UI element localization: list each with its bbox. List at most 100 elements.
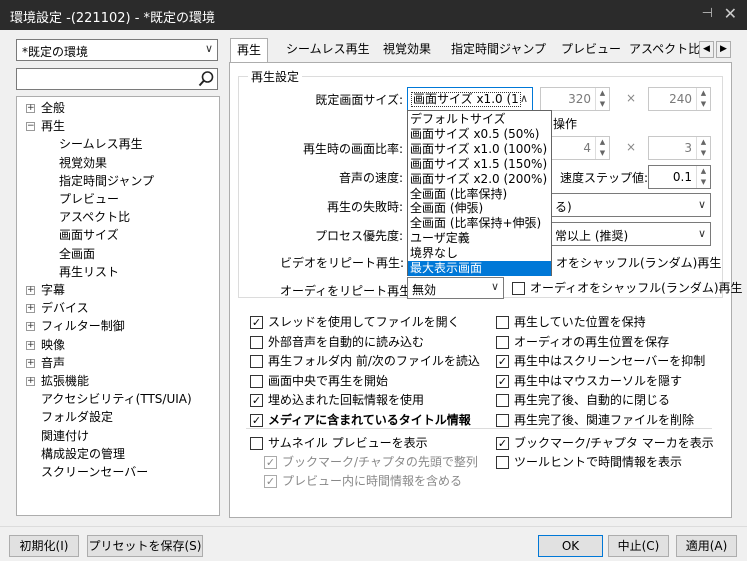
option-checkbox[interactable]: 外部音声を自動的に読み込む (250, 333, 424, 351)
dropdown-option[interactable]: デフォルトサイズ (408, 112, 551, 127)
tree-item[interactable]: 拡張機能 (41, 372, 89, 390)
tree-item[interactable]: アスペクト比 (59, 208, 130, 226)
tab-item[interactable]: 指定時間ジャンプ (447, 38, 550, 62)
default-size-dropdown-list[interactable]: デフォルトサイズ 画面サイズ x0.5 (50%) 画面サイズ x1.0 (100%… (407, 110, 552, 276)
tree-item[interactable]: フィルター制御 (41, 317, 125, 335)
tree-item[interactable]: 指定時間ジャンプ (59, 172, 154, 190)
video-shuffle-label[interactable]: オをシャッフル(ランダム)再生 (556, 254, 721, 271)
tree-expander-icon[interactable]: + (26, 286, 35, 295)
option-checkbox[interactable]: ✓ 埋め込まれた回転情報を使用 (250, 391, 424, 409)
height-stepper[interactable]: 240 ▲ ▼ (648, 87, 711, 111)
option-checkbox[interactable]: ✓ メディアに含まれているタイトル情報 (250, 411, 471, 429)
settings-tree[interactable]: + 全般 − 再生 シームレス再生 視覚効果 指定時間ジャンプ プレビュー アスペクト比 画面サイ… (16, 96, 220, 516)
tree-item[interactable]: 全画面 (59, 245, 95, 263)
tree-item[interactable]: 関連付け (41, 427, 89, 445)
tree-expander-icon[interactable]: − (26, 122, 35, 132)
fail-select[interactable]: る) ∨ (540, 193, 711, 217)
option-checkbox[interactable]: サムネイル プレビューを表示 (250, 434, 428, 452)
speed-step-label: 速度ステップ値: (560, 171, 649, 185)
tree-item[interactable]: 画面サイズ (59, 226, 119, 244)
tab-item[interactable]: 視覚効果 (379, 38, 435, 62)
aspect-label: 再生時の画面比率: (302, 142, 403, 156)
tree-item[interactable]: シームレス再生 (59, 135, 143, 153)
fail-label: 再生の失敗時: (326, 200, 403, 214)
option-checkbox[interactable]: ✓ 再生中はスクリーンセーバーを抑制 (496, 352, 705, 370)
close-icon[interactable]: ✕ (724, 4, 737, 23)
tree-expander-icon[interactable]: + (26, 377, 35, 386)
tree-expander-icon[interactable]: + (26, 104, 35, 113)
video-repeat-label: ビデオをリピート再生: (280, 256, 405, 270)
tree-item[interactable]: デバイス (41, 299, 89, 317)
dropdown-option[interactable]: 画面サイズ x2.0 (200%) (408, 172, 551, 187)
priority-select[interactable]: 常以上 (推奨) ∨ (540, 222, 711, 246)
group-title: 再生設定 (248, 68, 303, 85)
option-checkbox[interactable]: ツールヒントで時間情報を表示 (496, 453, 682, 471)
dropdown-option[interactable]: 画面サイズ x1.5 (150%) (408, 157, 551, 172)
option-checkbox[interactable]: ✓ ブックマーク/チャプタの先頭で整列 (264, 453, 478, 471)
tree-expander-icon[interactable]: + (26, 358, 35, 368)
chevron-down-icon: ∨ (697, 227, 706, 240)
option-checkbox[interactable]: ✓ スレッドを使用してファイルを開く (250, 313, 460, 331)
chevron-down-icon: ∨ (697, 198, 706, 211)
aspect-h-stepper[interactable]: 3 ▲ ▼ (648, 136, 711, 160)
default-size-select[interactable]: 画面サイズ x1.0 (1 ∧ (407, 87, 533, 111)
search-input[interactable] (16, 68, 218, 90)
width-stepper[interactable]: 320 ▲ ▼ (540, 87, 610, 111)
dropdown-option[interactable]: 全画面 (比率保持) (408, 187, 551, 202)
tab-item[interactable]: プレビュー (557, 38, 625, 62)
option-checkbox[interactable]: 再生完了後、関連ファイルを削除 (496, 411, 694, 429)
option-checkbox[interactable]: 画面中央で再生を開始 (250, 372, 388, 390)
dropdown-option[interactable]: 全画面 (比率保持+伸張) (408, 216, 551, 231)
tree-item[interactable]: 音声 (41, 354, 65, 372)
dropdown-option[interactable]: 最大表示画面 (408, 261, 551, 276)
tree-expander-icon[interactable]: + (26, 322, 35, 332)
tree-item[interactable]: プレビュー (59, 190, 119, 208)
option-checkbox[interactable]: 再生フォルダ内 前/次のファイルを読込 (250, 352, 480, 370)
save-preset-button[interactable]: プリセットを保存(S) (87, 535, 203, 557)
tab-item[interactable]: 再生 (230, 38, 269, 63)
tree-expander-icon[interactable]: + (26, 340, 35, 350)
audio-shuffle-checkbox[interactable]: オーディオをシャッフル(ランダム)再生 (512, 279, 743, 297)
default-size-label: 既定画面サイズ: (315, 93, 403, 107)
option-checkbox[interactable]: ✓ ブックマーク/チャプタ マーカを表示 (496, 434, 714, 452)
tab-scroll-left-button[interactable]: ◀ (699, 41, 714, 58)
apply-button[interactable]: 適用(A) (676, 535, 737, 557)
speed-step-stepper[interactable]: 0.1 ▲ ▼ (648, 165, 711, 189)
option-checkbox[interactable]: 再生していた位置を保持 (496, 313, 646, 331)
ok-button[interactable]: OK (538, 535, 603, 557)
tree-item[interactable]: 構成設定の管理 (41, 445, 125, 463)
tab-item[interactable]: アスペクト比 (625, 38, 704, 62)
dropdown-option[interactable]: 全画面 (伸張) (408, 201, 551, 216)
option-checkbox[interactable]: 再生完了後、自動的に閉じる (496, 391, 670, 409)
pin-icon[interactable]: ⊣ (702, 6, 713, 21)
tree-item[interactable]: 字幕 (41, 281, 65, 299)
dropdown-option[interactable]: ユーザ定義 (408, 231, 551, 246)
divider (246, 428, 712, 429)
tree-item[interactable]: 映像 (41, 336, 65, 354)
tab-scroll-right-button[interactable]: ▶ (716, 41, 731, 58)
tree-item[interactable]: 全般 (41, 99, 65, 117)
tree-item[interactable]: 再生リスト (59, 263, 119, 281)
profile-select[interactable]: *既定の環境 ∨ (16, 39, 218, 61)
option-checkbox[interactable]: ✓ 再生中はマウスカーソルを隠す (496, 372, 682, 390)
option-checkbox[interactable]: オーディオの再生位置を保存 (496, 333, 669, 351)
dropdown-option[interactable]: 境界なし (408, 246, 551, 261)
tree-item[interactable]: 視覚効果 (59, 154, 107, 172)
tab-item[interactable]: シームレス再生 (282, 38, 374, 62)
reset-button[interactable]: 初期化(I) (9, 535, 79, 557)
tree-expander-icon[interactable]: + (26, 304, 35, 314)
title-bar: 環境設定 -(221102) - *既定の環境 ⊣ ✕ (0, 0, 747, 30)
option-checkbox[interactable]: ✓ プレビュー内に時間情報を含める (264, 472, 462, 490)
tree-item[interactable]: 再生 (41, 117, 65, 135)
check-icon: ✓ (496, 355, 509, 369)
tree-item[interactable]: フォルダ設定 (41, 408, 113, 426)
tree-item[interactable]: アクセシビリティ(TTS/UIA) (41, 390, 192, 408)
dropdown-option[interactable]: 画面サイズ x1.0 (100%) (408, 142, 551, 157)
check-icon: ✓ (250, 394, 263, 408)
tree-item[interactable]: スクリーンセーバー (41, 463, 148, 481)
times-sign: × (626, 140, 637, 154)
cancel-button[interactable]: 中止(C) (608, 535, 669, 557)
dropdown-option[interactable]: 画面サイズ x0.5 (50%) (408, 127, 551, 142)
audio-repeat-select[interactable]: 無効 ∨ (407, 277, 504, 299)
search-icon[interactable] (197, 70, 215, 88)
